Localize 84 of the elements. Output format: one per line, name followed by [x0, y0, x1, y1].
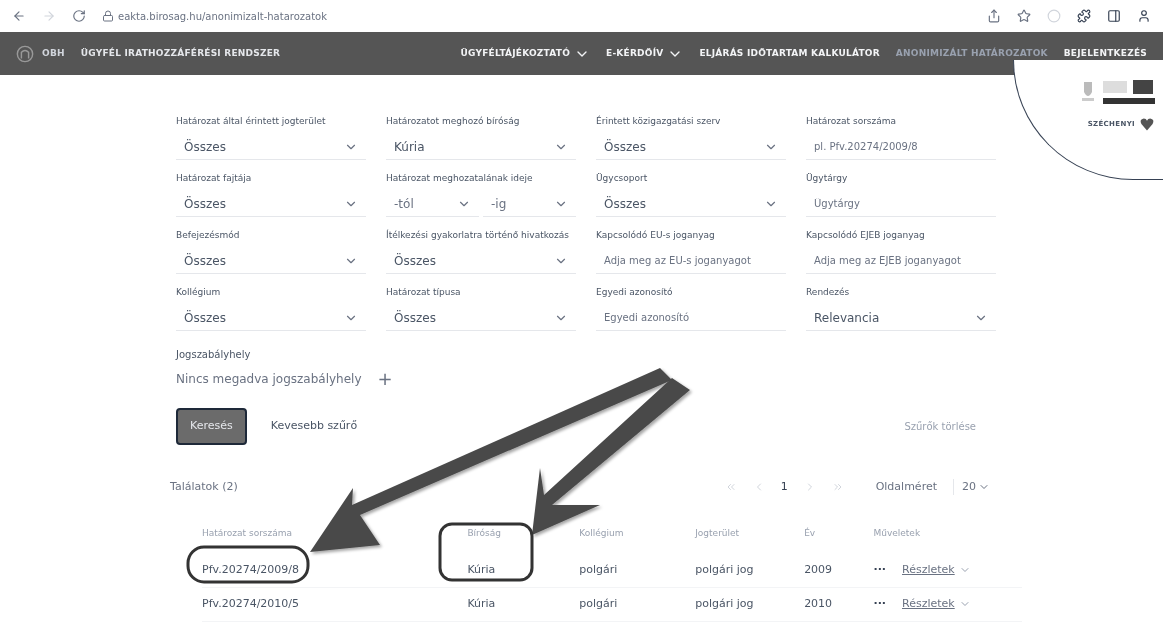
field-label: Határozat fajtája	[176, 172, 253, 185]
search-button[interactable]: Keresés	[176, 408, 247, 445]
results-count: Találatok (2)	[170, 478, 238, 495]
select-field[interactable]: Összes	[386, 305, 576, 331]
more-button[interactable]: ···	[873, 595, 886, 613]
field-label: Rendezés	[806, 286, 851, 299]
input-field[interactable]: Adja meg az EJEB joganyagot	[806, 248, 996, 274]
table-cell: Pfv.20274/2009/8	[202, 562, 300, 576]
input-field[interactable]: pl. Pfv.20274/2009/8	[806, 134, 996, 160]
url-text[interactable]: eakta.birosag.hu/anonimizalt-hatarozatok	[118, 8, 327, 24]
select-field[interactable]: -ig	[483, 191, 576, 217]
add-button[interactable]: +	[377, 370, 393, 388]
input-field[interactable]: Egyedi azonosító	[596, 305, 786, 331]
details-link[interactable]: Részletek	[902, 561, 955, 579]
back-icon[interactable]	[12, 9, 26, 23]
page-size-select[interactable]: 20	[953, 478, 990, 495]
column-header: Év	[804, 528, 816, 538]
select-field[interactable]: Összes	[176, 305, 366, 331]
field-label: Jogszabályhely	[176, 348, 252, 362]
field-label: Ügycsoport	[596, 172, 649, 185]
nav-link[interactable]: ELJÁRÁS IDŐTARTAM KALKULÁTOR	[699, 46, 880, 61]
table-cell: Pfv.20274/2010/5	[202, 596, 300, 610]
puzzle-icon[interactable]	[1077, 9, 1091, 23]
table-cell: Kúria	[467, 596, 496, 610]
crest-icon	[1081, 80, 1095, 104]
field-label: Érintett közigazgatási szerv	[596, 115, 722, 128]
field-label: Határozat típusa	[386, 286, 462, 299]
legal-reference-value: Nincs megadva jogszabályhely	[176, 371, 362, 388]
select-field[interactable]: Relevancia	[806, 305, 996, 331]
share-icon[interactable]	[987, 9, 1001, 23]
details-link[interactable]: Részletek	[902, 595, 955, 613]
logo-icon	[16, 44, 34, 63]
bookmark-star-icon[interactable]	[1017, 9, 1031, 23]
select-field[interactable]: Összes	[386, 248, 576, 274]
input-field[interactable]: Ügytárgy	[806, 191, 996, 217]
select-field[interactable]: Összes	[176, 134, 366, 160]
lock-icon	[102, 10, 114, 22]
field-label: Kollégium	[176, 286, 222, 299]
field-label: Befejezésmód	[176, 229, 241, 242]
table-cell: Kúria	[467, 562, 496, 576]
site-title: ÜGYFÉL IRATHOZZÁFÉRÉSI RENDSZER	[80, 46, 281, 60]
select-field[interactable]: Összes	[596, 134, 786, 160]
table-cell: polgári	[579, 596, 618, 610]
nav-link[interactable]: BEJELENTKEZÉS	[1063, 46, 1147, 61]
nav-link[interactable]: E-KÉRDŐÍV	[606, 45, 684, 62]
nav-link[interactable]: ÜGYFÉLTÁJÉKOZTATÓ	[460, 45, 590, 62]
input-field[interactable]: Adja meg az EU-s joganyagot	[596, 248, 786, 274]
field-label: Határozat által érintett jogterület	[176, 115, 327, 128]
select-field[interactable]: Összes	[596, 191, 786, 217]
reload-icon[interactable]	[72, 9, 86, 23]
page-number[interactable]: 1	[780, 478, 788, 495]
field-label: Határozat sorszáma	[806, 115, 898, 128]
select-field[interactable]: Összes	[176, 248, 366, 274]
profile-icon[interactable]	[1137, 9, 1151, 23]
forward-icon[interactable]	[42, 9, 56, 23]
field-label: Ügytárgy	[806, 172, 849, 185]
select-field[interactable]: Kúria	[386, 134, 576, 160]
extension-icon[interactable]	[1047, 9, 1061, 23]
table-cell: polgári jog	[695, 562, 754, 576]
page-size-label: Oldalméret	[875, 478, 937, 495]
eu-flag-icon	[1103, 80, 1153, 94]
field-label: Határozat meghozatalának ideje	[386, 172, 534, 185]
column-header: Jogterület	[695, 528, 740, 538]
select-field[interactable]: Összes	[176, 191, 366, 217]
fewer-filters-button[interactable]: Kevesebb szűrő	[270, 418, 358, 435]
table-cell: polgári jog	[695, 596, 754, 610]
field-label: Határozatot meghozó bíróság	[386, 115, 521, 128]
heart-icon	[1139, 116, 1155, 132]
table-cell: 2009	[804, 562, 833, 576]
field-label: Egyedi azonosító	[596, 286, 674, 299]
field-label: Kapcsolódó EJEB joganyag	[806, 229, 926, 242]
table-cell: 2010	[804, 596, 833, 610]
logo-text: OBH	[42, 46, 65, 60]
funding-banner	[1103, 98, 1155, 104]
column-header: Bíróság	[467, 528, 501, 538]
column-header: Határozat sorszáma	[202, 528, 293, 538]
side-panel-icon[interactable]	[1107, 9, 1121, 23]
table-cell: polgári	[579, 562, 618, 576]
column-header: Kollégium	[579, 528, 624, 538]
field-label: Kapcsolódó EU-s joganyag	[596, 229, 716, 242]
select-field[interactable]: -tól	[386, 191, 479, 217]
column-header: Műveletek	[873, 528, 921, 538]
more-button[interactable]: ···	[873, 561, 886, 579]
field-label: Ítélkezési gyakorlatra történő hivatkozás	[386, 229, 570, 242]
